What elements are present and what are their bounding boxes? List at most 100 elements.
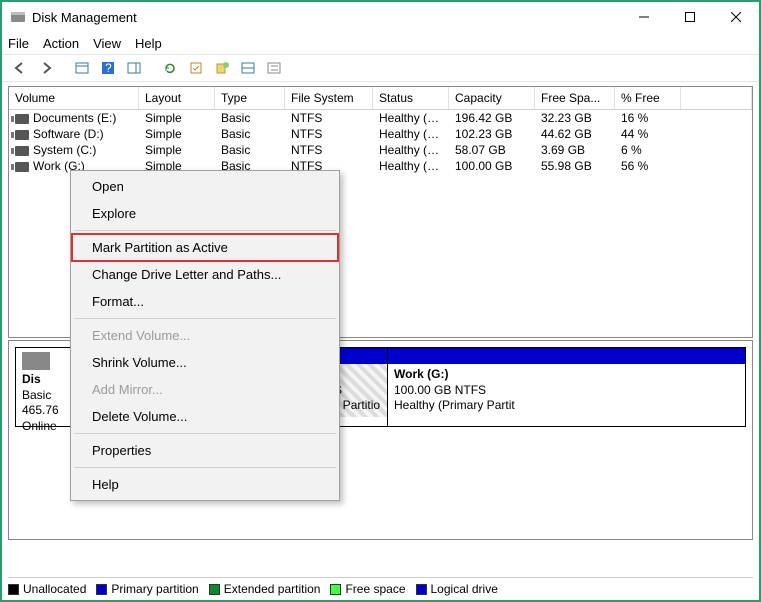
cell-pct: 6 % (615, 142, 681, 158)
list-icon[interactable] (262, 57, 286, 79)
cell-status: Healthy (P... (373, 158, 449, 174)
cell-status: Healthy (S... (373, 142, 449, 158)
cell-layout: Simple (139, 126, 215, 142)
menu-bar: File Action View Help (2, 32, 759, 54)
col-volume[interactable]: Volume (9, 87, 139, 109)
ctx-separator (74, 467, 336, 468)
ctx-separator (74, 318, 336, 319)
help-icon[interactable]: ? (96, 57, 120, 79)
table-row[interactable]: System (C:) SimpleBasicNTFSHealthy (S...5… (9, 142, 752, 158)
ctx-mark-active[interactable]: Mark Partition as Active (72, 234, 338, 261)
table-row[interactable]: Software (D:) SimpleBasicNTFSHealthy (L..… (9, 126, 752, 142)
cell-capacity: 100.00 GB (449, 158, 535, 174)
cell-free: 55.98 GB (535, 158, 615, 174)
column-headers[interactable]: Volume Layout Type File System Status Ca… (9, 87, 752, 110)
disk-type: Basic (22, 388, 51, 402)
col-status[interactable]: Status (373, 87, 449, 109)
volume-icon (15, 146, 29, 156)
cell-status: Healthy (P... (373, 110, 449, 126)
disk-state: Online (22, 419, 57, 433)
cell-type: Basic (215, 142, 285, 158)
volume-icon (15, 114, 29, 124)
cell-capacity: 196.42 GB (449, 110, 535, 126)
col-layout[interactable]: Layout (139, 87, 215, 109)
settings-icon[interactable] (184, 57, 208, 79)
disk-size: 465.76 (22, 403, 59, 417)
cell-pct: 44 % (615, 126, 681, 142)
cell-fs: NTFS (285, 142, 373, 158)
ctx-properties[interactable]: Properties (72, 437, 338, 464)
legend: Unallocated Primary partition Extended p… (8, 577, 753, 596)
legend-primary: Primary partition (96, 582, 198, 596)
ctx-shrink[interactable]: Shrink Volume... (72, 349, 338, 376)
partition-health: Healthy (Primary Partit (394, 398, 515, 412)
cell-layout: Simple (139, 142, 215, 158)
menu-action[interactable]: Action (43, 36, 79, 51)
menu-view[interactable]: View (93, 36, 121, 51)
maximize-button[interactable] (667, 2, 713, 32)
partition-size: 100.00 GB NTFS (394, 383, 486, 397)
partition-work[interactable]: Work (G:) 100.00 GB NTFS Healthy (Primar… (388, 348, 745, 426)
partition-name: Work (G:) (394, 367, 448, 381)
refresh-icon[interactable] (158, 57, 182, 79)
col-free[interactable]: Free Spa... (535, 87, 615, 109)
table-row[interactable]: Documents (E:) SimpleBasicNTFSHealthy (P.… (9, 110, 752, 126)
close-button[interactable] (713, 2, 759, 32)
ctx-delete[interactable]: Delete Volume... (72, 403, 338, 430)
title-bar: Disk Management (2, 2, 759, 32)
cell-capacity: 102.23 GB (449, 126, 535, 142)
cell-volume: Software (D:) (33, 127, 104, 141)
app-icon (10, 9, 26, 25)
disk-label: Dis (22, 372, 41, 386)
col-pct[interactable]: % Free (615, 87, 681, 109)
toolbar: ? (2, 54, 759, 82)
cell-pct: 16 % (615, 110, 681, 126)
cell-fs: NTFS (285, 126, 373, 142)
ctx-help[interactable]: Help (72, 471, 338, 498)
volume-icon (15, 130, 29, 140)
partition-stripe (388, 348, 745, 364)
legend-unallocated: Unallocated (8, 582, 86, 596)
cell-type: Basic (215, 126, 285, 142)
minimize-button[interactable] (621, 2, 667, 32)
col-type[interactable]: Type (215, 87, 285, 109)
menu-file[interactable]: File (8, 36, 29, 51)
action-pane-icon[interactable] (122, 57, 146, 79)
ctx-extend: Extend Volume... (72, 322, 338, 349)
cell-volume: Documents (E:) (33, 111, 116, 125)
ctx-separator (74, 433, 336, 434)
volume-icon (15, 162, 29, 172)
col-fs[interactable]: File System (285, 87, 373, 109)
col-capacity[interactable]: Capacity (449, 87, 535, 109)
properties-icon[interactable] (236, 57, 260, 79)
cell-layout: Simple (139, 110, 215, 126)
ctx-format[interactable]: Format... (72, 288, 338, 315)
cell-free: 3.69 GB (535, 142, 615, 158)
ctx-mirror: Add Mirror... (72, 376, 338, 403)
cell-type: Basic (215, 110, 285, 126)
ctx-open[interactable]: Open (72, 173, 338, 200)
cell-status: Healthy (L... (373, 126, 449, 142)
cell-free: 32.23 GB (535, 110, 615, 126)
cell-free: 44.62 GB (535, 126, 615, 142)
cell-capacity: 58.07 GB (449, 142, 535, 158)
new-icon[interactable] (210, 57, 234, 79)
forward-button[interactable] (34, 57, 58, 79)
ctx-change-letter[interactable]: Change Drive Letter and Paths... (72, 261, 338, 288)
back-button[interactable] (8, 57, 32, 79)
legend-extended: Extended partition (209, 582, 321, 596)
cell-volume: System (C:) (33, 143, 96, 157)
menu-help[interactable]: Help (135, 36, 162, 51)
cell-pct: 56 % (615, 158, 681, 174)
cell-fs: NTFS (285, 110, 373, 126)
window-title: Disk Management (32, 10, 621, 25)
show-hide-console-tree-icon[interactable] (70, 57, 94, 79)
ctx-explore[interactable]: Explore (72, 200, 338, 227)
legend-free: Free space (330, 582, 405, 596)
ctx-separator (74, 230, 336, 231)
disk-icon (22, 352, 50, 370)
volume-rows: Documents (E:)SimpleBasicNTFSHealthy (P.… (9, 110, 752, 174)
svg-text:?: ? (105, 61, 112, 75)
legend-logical: Logical drive (416, 582, 498, 596)
col-spacer (681, 87, 752, 109)
